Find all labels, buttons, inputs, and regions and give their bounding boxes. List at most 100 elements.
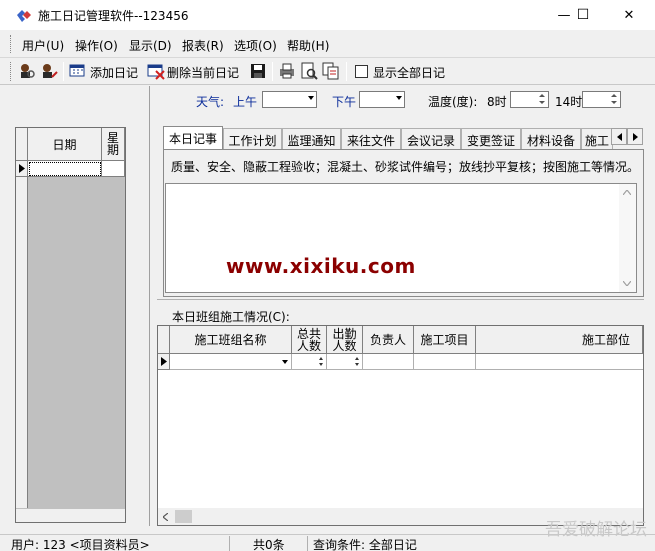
close-button[interactable]: ✕ [606, 0, 652, 30]
header-label: 总共 人数 [296, 326, 321, 353]
crew-name-cell[interactable] [170, 354, 292, 370]
tab-work-plan[interactable]: 工作计划 [223, 128, 282, 149]
memo-scrollbar[interactable] [619, 184, 636, 292]
tab-change-visa[interactable]: 变更签证 [461, 128, 521, 149]
weekday-cell[interactable] [102, 161, 125, 177]
temp-14-input[interactable] [582, 91, 621, 108]
spin-up-icon[interactable] [539, 94, 545, 97]
calendar-add-icon [69, 64, 85, 77]
crew-header-attendance[interactable]: 出勤 人数 [327, 326, 363, 354]
chevron-right-icon [633, 133, 638, 141]
window-title: 施工日记管理软件--123456 [38, 9, 189, 23]
crew-project-cell[interactable] [414, 354, 476, 370]
crew-attendance-cell[interactable] [327, 354, 363, 370]
add-diary-button[interactable]: 添加日记 [69, 58, 141, 84]
tab-meeting-records[interactable]: 会议记录 [401, 128, 461, 149]
tab-construction[interactable]: 施工 [581, 128, 613, 149]
tab-supervision-notice[interactable]: 监理通知 [282, 128, 341, 149]
chevron-down-icon [396, 96, 402, 100]
tab-daily-notes[interactable]: 本日记事 [163, 126, 223, 149]
row-pointer-icon [161, 357, 167, 366]
header-label: 负责人 [369, 332, 406, 347]
menu-options[interactable]: 选项(O) [234, 37, 277, 54]
scroll-thumb[interactable] [175, 510, 192, 523]
corner-watermark: 吾爱破解论坛 [545, 520, 647, 540]
crew-header-name[interactable]: 施工班组名称 [170, 326, 292, 354]
maximize-button[interactable]: ☐ [563, 0, 603, 30]
weather-pm-select[interactable] [359, 91, 405, 108]
header-label: 施工班组名称 [194, 332, 267, 347]
row-pointer-icon [19, 164, 25, 173]
tab-hint-text: 质量、安全、隐蔽工程验收；混凝土、砂浆试件编号；放线抄平复核；按图施工等情况。 [171, 160, 640, 174]
temp-8-label: 8时 [487, 95, 507, 109]
chevron-down-icon[interactable] [282, 360, 288, 364]
left-grid-footer [16, 508, 125, 522]
menu-grip [10, 35, 13, 53]
temp-8-input[interactable] [510, 91, 549, 108]
scroll-left-icon[interactable] [163, 513, 168, 521]
show-all-label[interactable]: 显示全部日记 [373, 64, 445, 81]
tab-label: 本日记事 [168, 132, 217, 146]
spin-down-icon[interactable] [611, 101, 617, 104]
menu-help[interactable]: 帮助(H) [287, 37, 329, 54]
header-label: 出勤 人数 [332, 326, 357, 353]
spin-up-icon[interactable] [611, 94, 617, 97]
tab-scroll-left[interactable] [611, 128, 627, 145]
spin-down-icon[interactable] [355, 363, 359, 366]
spin-up-icon[interactable] [355, 357, 359, 360]
tab-label: 施工 [584, 134, 609, 148]
weather-am-select[interactable] [262, 91, 317, 108]
spin-down-icon[interactable] [319, 363, 323, 366]
scroll-down-icon[interactable] [623, 281, 631, 286]
print-preview-icon[interactable] [300, 62, 318, 80]
menu-operate[interactable]: 操作(O) [75, 37, 118, 54]
toolbar-grip [10, 62, 13, 81]
people-edit-icon[interactable] [40, 62, 58, 80]
splitter[interactable] [157, 299, 644, 300]
crew-grid-title: 本日班组施工情况(C): [172, 310, 290, 324]
crew-header-location[interactable]: 施工部位 [476, 326, 643, 354]
crew-leader-cell[interactable] [363, 354, 414, 370]
row-indicator [158, 354, 170, 370]
crew-grid[interactable]: 施工班组名称 总共 人数 出勤 人数 负责人 施工项目 施工部位 [157, 325, 644, 526]
menu-display[interactable]: 显示(D) [129, 37, 172, 54]
weather-label: 天气: [196, 95, 225, 109]
delete-diary-button[interactable]: 删除当前日记 [147, 58, 243, 84]
crew-location-cell[interactable] [476, 354, 643, 370]
spin-down-icon[interactable] [539, 101, 545, 104]
weather-am-label: 上午 [233, 95, 258, 109]
crew-total-cell[interactable] [292, 354, 327, 370]
save-icon[interactable] [249, 62, 267, 80]
crew-header-total[interactable]: 总共 人数 [292, 326, 327, 354]
toolbar-separator [272, 62, 273, 81]
delete-diary-label: 删除当前日记 [167, 66, 240, 80]
status-query: 查询条件: 全部日记 [313, 538, 417, 551]
grid-header-date[interactable]: 日期 [28, 128, 102, 161]
scroll-up-icon[interactable] [623, 190, 631, 195]
print-icon[interactable] [278, 62, 296, 80]
menu-report[interactable]: 报表(R) [182, 37, 224, 54]
chevron-down-icon [308, 96, 314, 100]
grid-header-weekday[interactable]: 星 期 [102, 128, 125, 161]
copy-document-icon[interactable] [322, 62, 340, 80]
close-icon: ✕ [623, 7, 635, 23]
tab-scroll-right[interactable] [627, 128, 643, 145]
show-all-checkbox[interactable] [355, 65, 368, 78]
menu-user[interactable]: 用户(U) [22, 37, 64, 54]
toolbar-separator [63, 62, 64, 81]
crew-header-leader[interactable]: 负责人 [363, 326, 414, 354]
tab-correspondence[interactable]: 来往文件 [341, 128, 401, 149]
tab-materials[interactable]: 材料设备 [521, 128, 581, 149]
tab-label: 会议记录 [406, 134, 455, 148]
tab-label: 来往文件 [346, 134, 395, 148]
grid-corner [158, 326, 170, 354]
row-indicator-column [16, 177, 28, 511]
diary-date-grid[interactable]: 日期 星 期 [15, 127, 126, 523]
people-search-icon[interactable] [18, 62, 36, 80]
status-user: 用户: 123 <项目资料员> [8, 536, 230, 551]
crew-header-project[interactable]: 施工项目 [414, 326, 476, 354]
tab-label: 监理通知 [287, 134, 336, 148]
tab-label: 工作计划 [228, 134, 277, 148]
spin-up-icon[interactable] [319, 357, 323, 360]
date-cell[interactable] [28, 161, 102, 177]
